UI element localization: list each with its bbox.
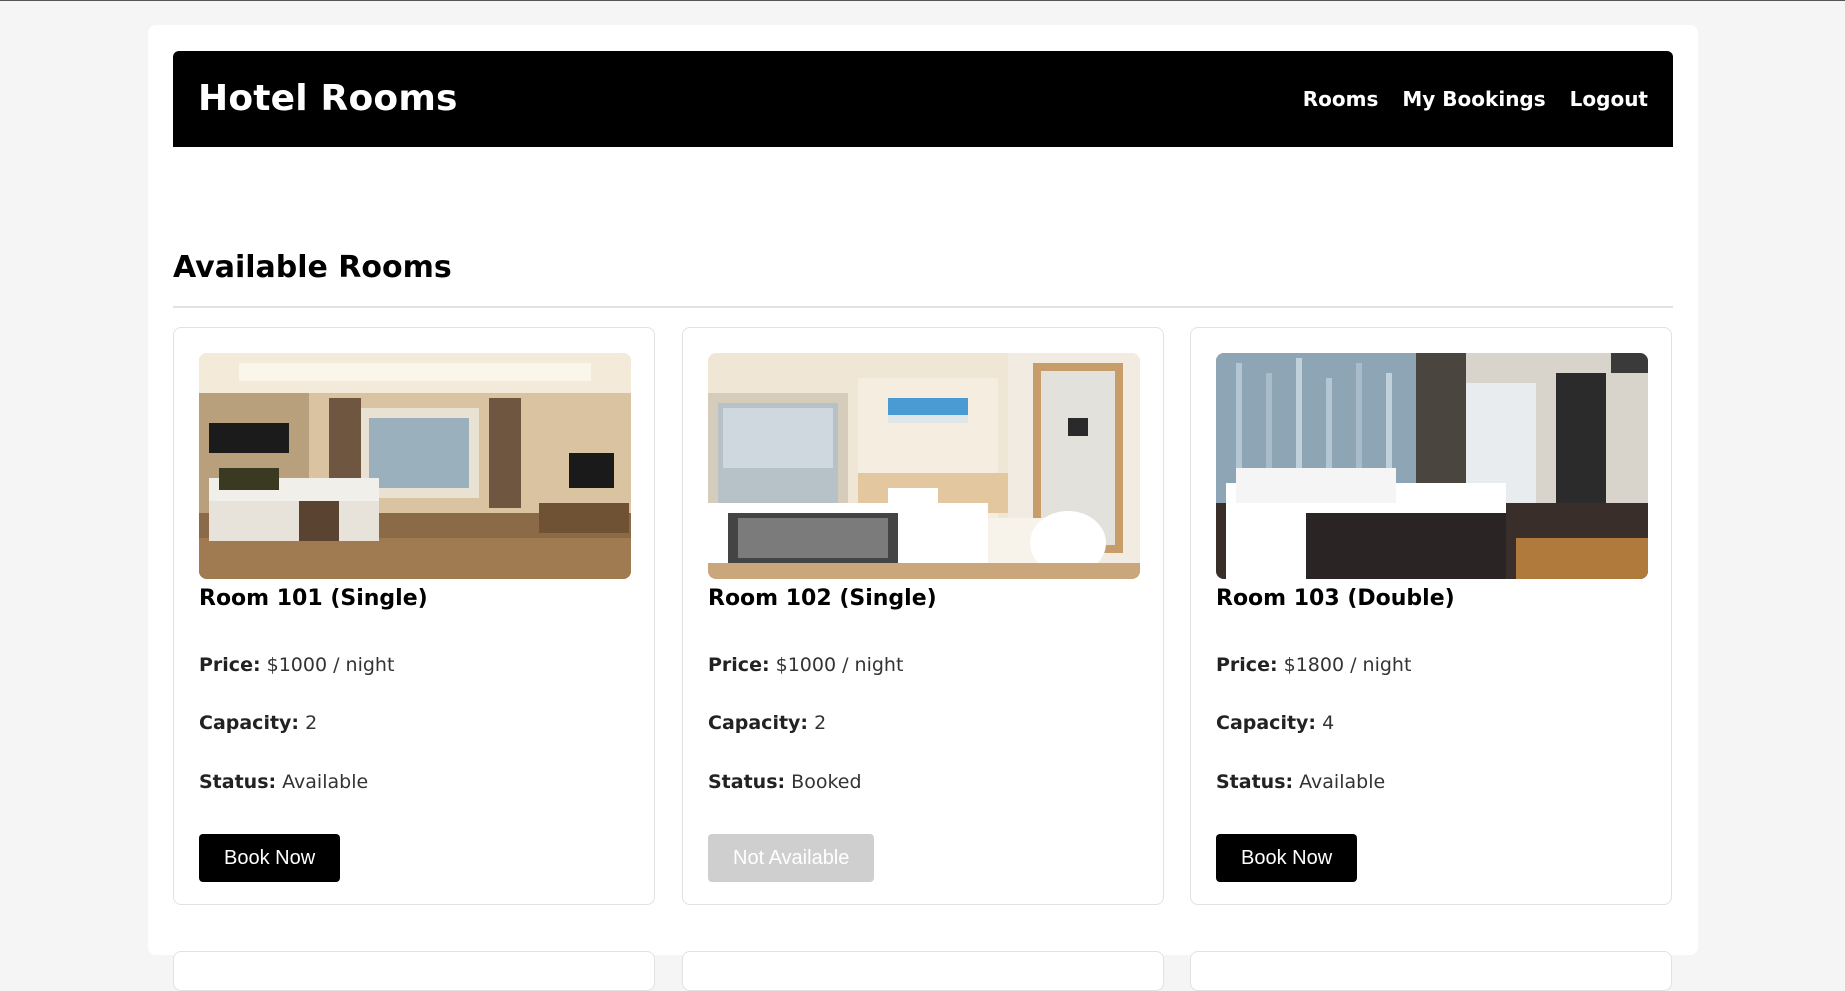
- room-capacity: Capacity: 2: [708, 712, 826, 734]
- page-container: Hotel Rooms Rooms My Bookings Logout Ava…: [148, 25, 1698, 991]
- capacity-value: 2: [814, 712, 827, 734]
- price-value: $1000 / night: [775, 654, 904, 676]
- price-value: $1000 / night: [266, 654, 395, 676]
- room-photo-103: [1216, 353, 1648, 579]
- room-capacity: Capacity: 4: [1216, 712, 1334, 734]
- room-card-partial: [173, 951, 655, 991]
- status-label: Status:: [708, 771, 786, 793]
- status-label: Status:: [199, 771, 277, 793]
- nav-links: Rooms My Bookings Logout: [1303, 51, 1648, 147]
- room-card-101: Room 101 (Single) Price: $1000 / night C…: [173, 327, 655, 905]
- price-value: $1800 / night: [1283, 654, 1412, 676]
- room-price: Price: $1000 / night: [708, 654, 903, 676]
- navbar: Hotel Rooms Rooms My Bookings Logout: [173, 51, 1673, 147]
- room-title: Room 103 (Double): [1216, 586, 1455, 611]
- brand-title: Hotel Rooms: [198, 78, 458, 119]
- room-title: Room 102 (Single): [708, 586, 937, 611]
- room-card-103: Room 103 (Double) Price: $1800 / night C…: [1190, 327, 1672, 905]
- price-label: Price:: [1216, 654, 1278, 676]
- room-status: Status: Available: [199, 771, 368, 793]
- status-value: Available: [282, 771, 369, 793]
- room-card-partial: [682, 951, 1164, 991]
- book-now-button[interactable]: Book Now: [199, 834, 341, 882]
- capacity-label: Capacity:: [199, 712, 300, 734]
- room-price: Price: $1000 / night: [199, 654, 394, 676]
- price-label: Price:: [199, 654, 261, 676]
- nav-link-rooms[interactable]: Rooms: [1303, 87, 1379, 111]
- page-title: Available Rooms: [173, 250, 452, 285]
- room-status: Status: Booked: [708, 771, 862, 793]
- price-label: Price:: [708, 654, 770, 676]
- room-capacity: Capacity: 2: [199, 712, 317, 734]
- room-photo-102: [708, 353, 1140, 579]
- nav-link-my-bookings[interactable]: My Bookings: [1402, 87, 1545, 111]
- window-top-border: [0, 0, 1845, 1]
- capacity-label: Capacity:: [708, 712, 809, 734]
- room-photo-101: [199, 353, 631, 579]
- status-value: Booked: [791, 771, 862, 793]
- status-label: Status:: [1216, 771, 1294, 793]
- room-card-102: Room 102 (Single) Price: $1000 / night C…: [682, 327, 1164, 905]
- capacity-label: Capacity:: [1216, 712, 1317, 734]
- capacity-value: 4: [1322, 712, 1335, 734]
- room-price: Price: $1800 / night: [1216, 654, 1411, 676]
- section-divider: [173, 306, 1673, 308]
- status-value: Available: [1299, 771, 1386, 793]
- book-now-button[interactable]: Book Now: [1216, 834, 1358, 882]
- room-title: Room 101 (Single): [199, 586, 428, 611]
- nav-link-logout[interactable]: Logout: [1570, 87, 1648, 111]
- capacity-value: 2: [305, 712, 318, 734]
- room-card-partial: [1190, 951, 1672, 991]
- not-available-button: Not Available: [708, 834, 875, 882]
- room-status: Status: Available: [1216, 771, 1385, 793]
